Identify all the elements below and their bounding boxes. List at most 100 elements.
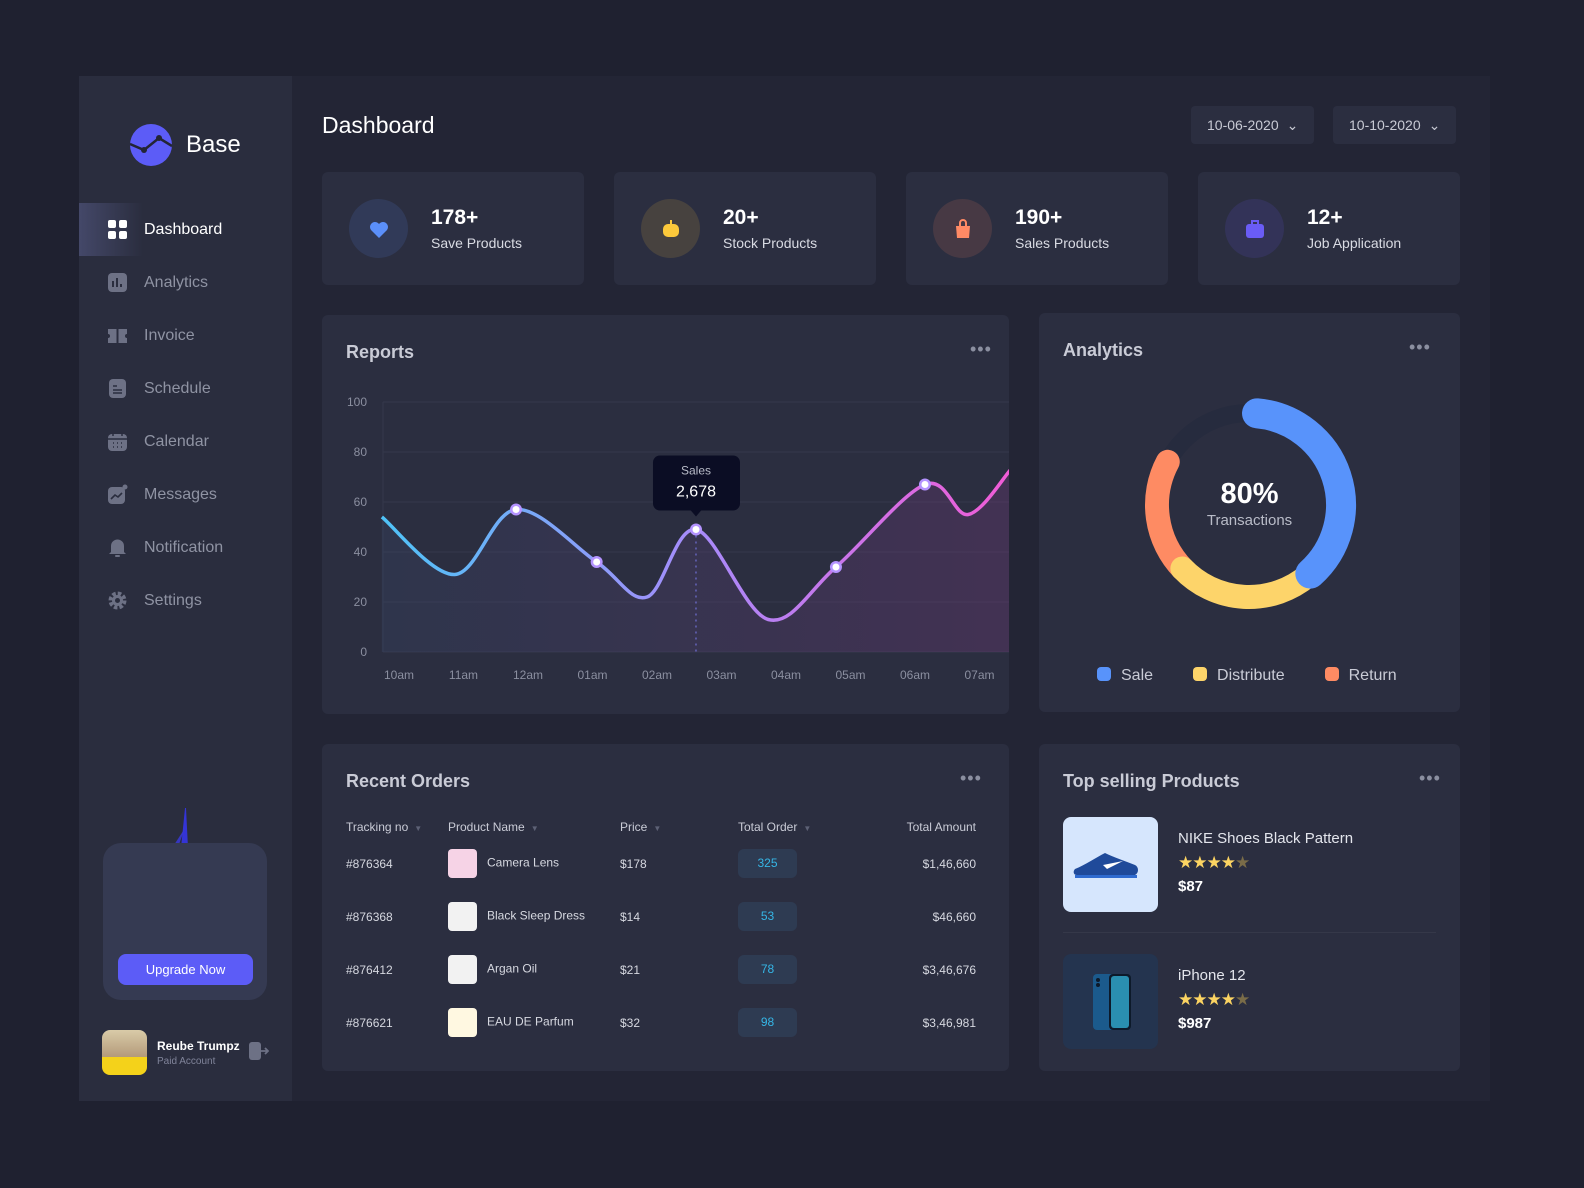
price: $14: [620, 909, 641, 924]
top-products-more-button[interactable]: •••: [1419, 768, 1441, 789]
column-header-label: Price: [620, 820, 648, 834]
sidebar-item-analytics[interactable]: Analytics: [79, 256, 292, 309]
sidebar-item-schedule[interactable]: Schedule: [79, 362, 292, 415]
x-tick-label: 07am: [964, 668, 994, 682]
total-order-badge: 78: [738, 955, 797, 984]
x-tick-label: 05am: [835, 668, 865, 682]
y-tick-label: 40: [354, 545, 368, 559]
price: $21: [620, 962, 641, 977]
sidebar-item-label: Calendar: [144, 432, 209, 450]
total-amount: $3,46,981: [922, 1015, 976, 1030]
logo[interactable]: Base: [130, 124, 241, 166]
legend-item-sale[interactable]: Sale: [1097, 667, 1153, 685]
user-profile[interactable]: Reube Trumpz Paid Account: [102, 1030, 240, 1075]
sidebar-item-dashboard[interactable]: Dashboard: [79, 203, 292, 256]
legend-label: Distribute: [1217, 667, 1285, 684]
recent-orders-card: Recent Orders ••• Tracking no ▼ Product Na…: [322, 744, 1009, 1071]
x-tick-label: 11am: [449, 668, 478, 682]
y-tick-label: 60: [354, 495, 368, 509]
heart-icon: [369, 221, 388, 238]
bell-icon: [109, 539, 126, 557]
sort-caret-icon: ▼: [653, 824, 662, 833]
stat-card-job-application[interactable]: 12+ Job Application: [1198, 172, 1460, 285]
donut-center-value: 80%: [1220, 478, 1279, 510]
sidebar-item-messages[interactable]: Messages: [79, 468, 292, 521]
sidebar-item-invoice[interactable]: Invoice: [79, 309, 292, 362]
product-thumbnail: [448, 849, 477, 878]
stat-value: 190+: [1015, 206, 1063, 229]
user-name: Reube Trumpz: [157, 1038, 240, 1053]
grid-icon: [108, 220, 127, 239]
logo-icon: [130, 124, 172, 166]
table-row[interactable]: #876412 Argan Oil $21 78 $3,46,676: [346, 943, 976, 996]
stat-card-sales-products[interactable]: 190+ Sales Products: [906, 172, 1168, 285]
legend-item-distribute[interactable]: Distribute: [1193, 667, 1285, 685]
document-icon: [109, 379, 126, 398]
sidebar-item-notification[interactable]: Notification: [79, 521, 292, 574]
product-name: EAU DE Parfum: [487, 1014, 574, 1029]
x-tick-label: 04am: [771, 668, 801, 682]
column-header[interactable]: Price ▼: [620, 817, 738, 837]
app-name: Base: [186, 131, 241, 158]
stat-value: 178+: [431, 206, 479, 229]
date-to-select[interactable]: 10-10-2020 ⌄: [1333, 106, 1457, 144]
star-icon: ★: [1235, 990, 1250, 1009]
ticket-icon: [108, 329, 127, 343]
table-row[interactable]: #876368 Black Sleep Dress $14 53 $46,660: [346, 890, 976, 943]
bar-chart-icon: [108, 273, 127, 292]
stat-value: 12+: [1307, 206, 1343, 229]
stat-card-save-products[interactable]: 178+ Save Products: [322, 172, 584, 285]
legend-label: Sale: [1121, 667, 1154, 684]
stat-label: Sales Products: [1015, 235, 1110, 251]
total-amount: $1,46,660: [922, 856, 976, 871]
sidebar-item-label: Settings: [144, 591, 202, 609]
column-header[interactable]: Product Name ▼: [448, 817, 620, 837]
legend-swatch: [1097, 667, 1111, 681]
reports-card: Reports ••• 0 20 40 60 80 100 10am 11am 12am 01am…: [322, 315, 1009, 714]
sidebar-item-calendar[interactable]: Calendar: [79, 415, 292, 468]
total-order-badge: 98: [738, 1008, 797, 1037]
donut-legend: Sale Distribute Return: [1097, 667, 1397, 685]
gear-icon: [108, 591, 127, 610]
star-icon: ★: [1206, 990, 1222, 1009]
product-price: $87: [1178, 878, 1204, 895]
reports-line-chart: 0 20 40 60 80 100 10am 11am 12am 01am 02am 03am 04am…: [347, 395, 1009, 682]
x-tick-label: 06am: [900, 668, 930, 682]
price: $178: [620, 856, 647, 871]
column-header-label: Total Order: [738, 820, 798, 834]
column-header-label: Total Amount: [906, 820, 976, 834]
stat-card-stock-products[interactable]: 20+ Stock Products: [614, 172, 876, 285]
legend-item-return[interactable]: Return: [1324, 667, 1397, 685]
total-order-badge: 53: [738, 902, 797, 931]
date-to-value: 10-10-2020: [1349, 117, 1421, 133]
y-tick-label: 80: [354, 445, 368, 459]
stat-icon-wrap: [933, 199, 992, 258]
table-row[interactable]: #876621 EAU DE Parfum $32 98 $3,46,981: [346, 996, 976, 1049]
donut-slice-distribute[interactable]: [1170, 556, 1321, 609]
column-header[interactable]: Total Amount: [874, 817, 976, 837]
column-header-label: Product Name: [448, 820, 525, 834]
product-thumbnail: [448, 902, 477, 931]
star-icon: ★: [1178, 990, 1193, 1009]
stat-label: Save Products: [431, 235, 523, 251]
product-item[interactable]: iPhone 12 ★★★★★ $987: [1063, 954, 1250, 1049]
x-tick-label: 03am: [706, 668, 736, 682]
stat-icon-wrap: [641, 199, 700, 258]
upgrade-now-button[interactable]: Upgrade Now: [118, 954, 253, 985]
column-header[interactable]: Tracking no ▼: [346, 817, 448, 837]
tracking-no: #876621: [346, 1015, 393, 1030]
stat-value: 20+: [723, 206, 759, 229]
price: $32: [620, 1015, 641, 1030]
orders-table: Tracking no ▼ Product Name ▼ Price ▼ Total Ord…: [346, 817, 976, 1049]
date-from-select[interactable]: 10-06-2020 ⌄: [1191, 106, 1315, 144]
column-header[interactable]: Total Order ▼: [738, 817, 874, 837]
sidebar-item-settings[interactable]: Settings: [79, 574, 292, 627]
orders-more-button[interactable]: •••: [960, 768, 982, 789]
product-thumbnail: [448, 955, 477, 984]
logout-icon[interactable]: [249, 1042, 269, 1060]
rating-stars: ★★★★★: [1178, 990, 1250, 1010]
upgrade-card: Upgrade Now: [103, 843, 267, 1000]
sidebar-item-label: Notification: [144, 538, 224, 556]
product-item[interactable]: NIKE Shoes Black Pattern ★★★★★ $87: [1063, 817, 1353, 912]
table-row[interactable]: #876364 Camera Lens $178 325 $1,46,660: [346, 837, 976, 890]
